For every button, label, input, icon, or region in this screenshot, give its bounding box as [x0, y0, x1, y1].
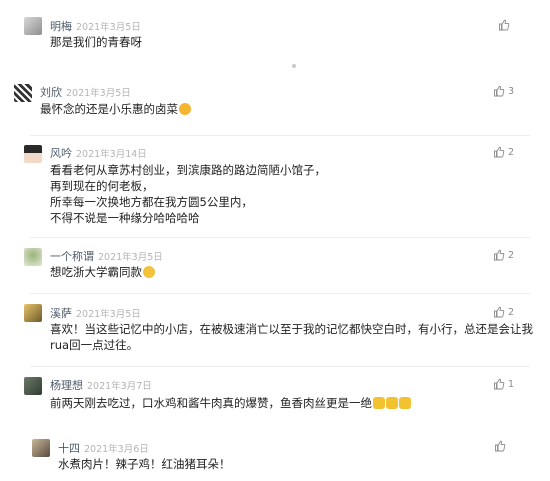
thumbs-up-emoji — [399, 397, 411, 409]
comment-7: 十四 2021年3月6日 水煮肉片！辣子鸡！红油猪耳朵！ — [0, 432, 550, 481]
thumbs-up-icon — [499, 19, 510, 31]
comment-date: 2021年3月6日 — [84, 444, 149, 455]
comment-author[interactable]: 一个称谓 2021年3月5日 — [50, 248, 163, 264]
like-count: 2 — [507, 249, 514, 261]
like-button[interactable] — [494, 440, 506, 452]
avatar[interactable] — [24, 17, 42, 35]
like-count: 2 — [507, 306, 514, 318]
comment-author[interactable]: 溪萨 2021年3月5日 — [50, 305, 141, 321]
thumbs-up-emoji — [373, 397, 385, 409]
comment-text: 想吃浙大学霸同款 — [50, 264, 155, 280]
comment-author[interactable]: 刘欣 2021年3月5日 — [40, 84, 131, 100]
comment-text: 那是我们的青春呀 — [50, 35, 142, 49]
like-button[interactable] — [498, 19, 510, 31]
comment-date: 2021年3月7日 — [87, 381, 152, 392]
thumbs-up-icon — [494, 146, 505, 158]
comment-author[interactable]: 十四 2021年3月6日 — [58, 440, 149, 456]
comment-text: 前两天刚去吃过，口水鸡和酱牛肉真的爆赞，鱼香肉丝更是一绝 — [50, 395, 411, 411]
comment-date: 2021年3月5日 — [66, 88, 131, 99]
divider — [30, 237, 530, 238]
avatar[interactable] — [14, 84, 32, 102]
avatar[interactable] — [32, 439, 50, 457]
comment-text: 喜欢！当这些记忆中的小店，在被极速消亡以至于我的记忆都快空白时，有小行，总还是会… — [50, 322, 533, 352]
divider — [30, 366, 530, 367]
grinning-emoji — [143, 266, 155, 278]
thumbs-up-icon — [494, 85, 505, 97]
like-count: 1 — [507, 378, 514, 390]
comment-date: 2021年3月5日 — [98, 252, 163, 263]
like-count: 3 — [507, 85, 514, 97]
thumbs-up-icon — [494, 249, 505, 261]
comment-date: 2021年3月5日 — [76, 22, 141, 33]
comment-text: 水煮肉片！辣子鸡！红油猪耳朵！ — [58, 457, 231, 471]
comment-2: 刘欣 2021年3月5日 最怀念的还是小乐惠的卤菜 3 — [0, 75, 550, 136]
thumbs-up-emoji — [386, 397, 398, 409]
like-button[interactable]: 2 — [493, 306, 514, 318]
comment-text: 最怀念的还是小乐惠的卤菜 — [40, 101, 191, 117]
comment-date: 2021年3月14日 — [76, 149, 147, 160]
avatar[interactable] — [24, 248, 42, 266]
divider — [30, 293, 530, 294]
like-count: 2 — [507, 146, 514, 158]
divider — [30, 135, 530, 136]
comment-3: 风吟 2021年3月14日 看看老何从章苏村创业，到滨康路的路边简陋小馆子， 再到… — [0, 138, 550, 238]
thumbs-up-icon — [494, 378, 505, 390]
comment-5: 溪萨 2021年3月5日 喜欢！当这些记忆中的小店，在被极速消亡以至于我的记忆都快… — [0, 298, 550, 368]
like-button[interactable]: 1 — [493, 378, 514, 390]
avatar[interactable] — [24, 304, 42, 322]
comment-6: 杨理想 2021年3月7日 前两天刚去吃过，口水鸡和酱牛肉真的爆赞，鱼香肉丝更是一… — [0, 370, 550, 428]
heart-eyes-emoji — [179, 103, 191, 115]
avatar[interactable] — [24, 377, 42, 395]
comment-text: 看看老何从章苏村创业，到滨康路的路边简陋小馆子， 再到现在的何老板， 所幸每一次… — [50, 163, 326, 225]
like-button[interactable]: 2 — [493, 146, 514, 158]
avatar[interactable] — [24, 145, 42, 163]
like-button[interactable]: 2 — [493, 249, 514, 261]
comment-author[interactable]: 风吟 2021年3月14日 — [50, 145, 147, 161]
thumbs-up-icon — [494, 306, 505, 318]
more-indicator — [292, 64, 296, 68]
comment-1: 明梅 2021年3月5日 那是我们的青春呀 — [0, 0, 550, 70]
comment-date: 2021年3月5日 — [76, 309, 141, 320]
comment-author[interactable]: 杨理想 2021年3月7日 — [50, 377, 152, 393]
thumbs-up-icon — [495, 440, 506, 452]
comment-author[interactable]: 明梅 2021年3月5日 — [50, 18, 141, 34]
comment-4: 一个称谓 2021年3月5日 想吃浙大学霸同款 2 — [0, 240, 550, 295]
like-button[interactable]: 3 — [493, 85, 514, 97]
